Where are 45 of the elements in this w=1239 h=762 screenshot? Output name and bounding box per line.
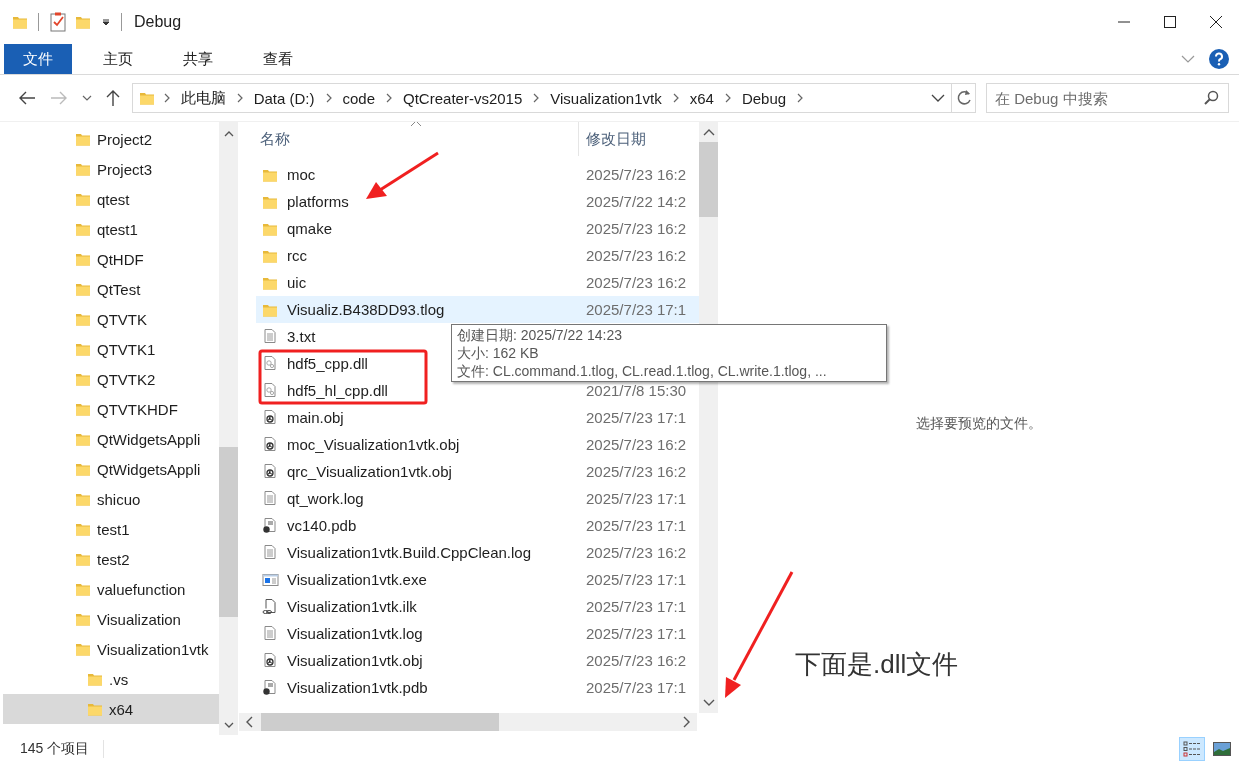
- file-name: qrc_Visualization1vtk.obj: [287, 463, 452, 480]
- modified-date: 2025/7/23 16:2: [586, 274, 687, 291]
- file-name: Visualiz.B438DD93.tlog: [287, 301, 445, 318]
- file-name: main.obj: [287, 409, 344, 426]
- modified-date: 2021/7/8 15:30: [586, 382, 687, 399]
- file-name: hdf5_cpp.dll: [287, 355, 368, 372]
- modified-date: 2025/7/23 16:2: [586, 220, 687, 237]
- file-name: moc_Visualization1vtk.obj: [287, 436, 460, 453]
- modified-date: 2025/7/23 17:1: [586, 301, 687, 318]
- file-name: platforms: [287, 193, 349, 210]
- modified-date: 2025/7/23 17:1: [586, 517, 687, 534]
- modified-date: 2025/7/23 16:2: [586, 652, 687, 669]
- file-name: hdf5_hl_cpp.dll: [287, 382, 388, 399]
- file-name: Visualization1vtk.Build.CppClean.log: [287, 544, 532, 561]
- modified-date: 2025/7/23 16:2: [586, 463, 687, 480]
- file-name: 3.txt: [287, 328, 316, 345]
- file-name: qmake: [287, 220, 333, 237]
- file-name: rcc: [287, 247, 307, 264]
- file-name: Visualization1vtk.pdb: [287, 679, 428, 696]
- modified-date: 2025/7/23 17:1: [586, 409, 687, 426]
- file-name: Visualization1vtk.obj: [287, 652, 423, 669]
- file-name: moc: [287, 166, 316, 183]
- tooltip-line: 创建日期: 2025/7/22 14:23: [457, 326, 623, 344]
- modified-date: 2025/7/23 17:1: [586, 625, 687, 642]
- modified-date: 2025/7/23 17:1: [586, 490, 687, 507]
- item-count: 145 个项目: [20, 739, 105, 758]
- modified-date: 2025/7/23 16:2: [586, 166, 687, 183]
- modified-date: 2025/7/22 14:2: [586, 193, 687, 210]
- file-name: Visualization1vtk.exe: [287, 571, 427, 588]
- tooltip-line: 大小: 162 KB: [457, 344, 540, 362]
- file-name: uic: [287, 274, 307, 291]
- modified-date: 2025/7/23 17:1: [586, 598, 687, 615]
- modified-date: 2025/7/23 16:2: [586, 436, 687, 453]
- window-title: Debug: [134, 13, 182, 31]
- file-name: qt_work.log: [287, 490, 364, 507]
- annotation-note: 下面是.dll文件: [795, 648, 959, 681]
- modified-date: 2025/7/23 17:1: [586, 571, 687, 588]
- modified-date: 2025/7/23 16:2: [586, 247, 687, 264]
- tooltip-line: 文件: CL.command.1.tlog, CL.read.1.tlog, CL.write.1.tlog, ...: [457, 362, 828, 380]
- preview-message: 选择要预览的文件。: [915, 414, 1042, 433]
- file-name: vc140.pdb: [287, 517, 357, 534]
- file-name: Visualization1vtk.ilk: [287, 598, 417, 615]
- modified-date: 2025/7/23 17:1: [586, 679, 687, 696]
- modified-date: 2025/7/23 16:2: [586, 544, 687, 561]
- file-name: Visualization1vtk.log: [287, 625, 423, 642]
